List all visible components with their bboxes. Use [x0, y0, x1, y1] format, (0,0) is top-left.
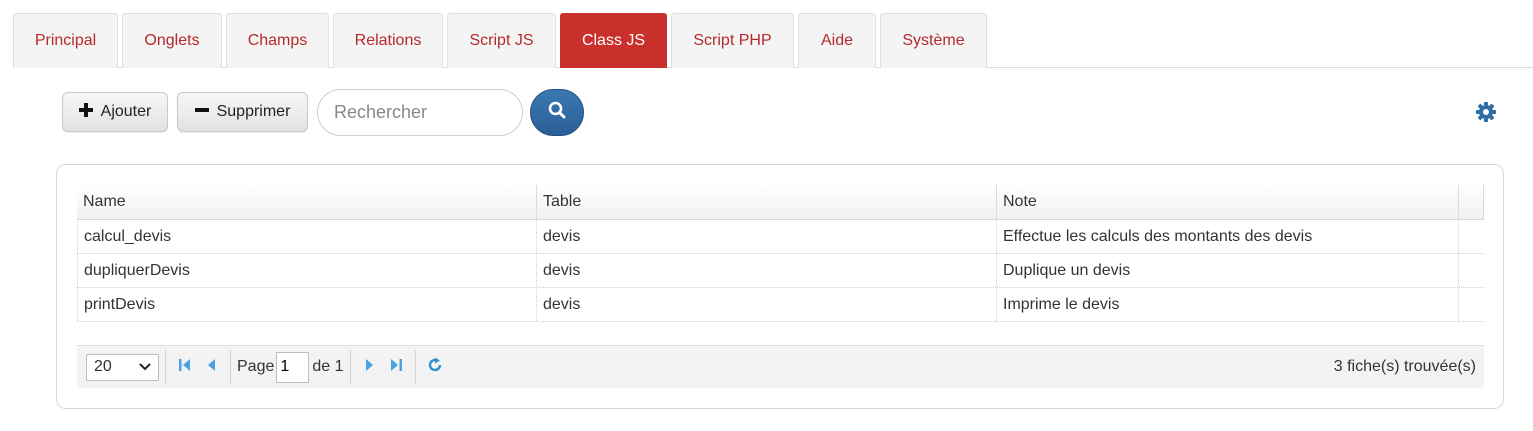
add-button-label: Ajouter — [100, 103, 152, 120]
column-header-note[interactable]: Note — [997, 185, 1459, 219]
page-number-input[interactable] — [276, 351, 310, 383]
tab-bar: Principal Onglets Champs Relations Scrip… — [13, 13, 1533, 68]
search-button[interactable] — [530, 89, 584, 136]
cell-table: devis — [537, 220, 997, 253]
next-page-icon — [364, 357, 376, 378]
tab-list: Principal Onglets Champs Relations Scrip… — [13, 13, 1533, 68]
prev-page-button[interactable] — [198, 354, 224, 380]
tab-relations[interactable]: Relations — [333, 13, 443, 68]
plus-icon — [78, 102, 93, 122]
pager-separator — [165, 350, 166, 384]
tab-principal[interactable]: Principal — [13, 13, 118, 68]
delete-button-label: Supprimer — [216, 103, 291, 120]
add-button[interactable]: Ajouter — [62, 92, 168, 132]
column-header-table[interactable]: Table — [537, 185, 997, 219]
cell-name: printDevis — [77, 288, 537, 321]
pager-separator — [349, 350, 351, 384]
page-size-select[interactable]: 20 — [86, 353, 159, 381]
gear-icon — [1476, 101, 1496, 127]
data-grid: Name Table Note calcul_devis devis Effec… — [77, 185, 1484, 322]
cell-note: Duplique un devis — [997, 254, 1459, 287]
chevron-down-icon — [139, 358, 151, 376]
table-row[interactable]: dupliquerDevis devis Duplique un devis — [77, 254, 1484, 288]
page-size-value: 20 — [94, 358, 112, 375]
cell-note: Effectue les calculs des montants des de… — [997, 220, 1459, 253]
page-label: Page — [237, 358, 275, 375]
tab-aide[interactable]: Aide — [798, 13, 876, 68]
pager-separator — [414, 350, 416, 384]
column-header-name[interactable]: Name — [77, 185, 537, 219]
tab-script-js[interactable]: Script JS — [447, 13, 556, 68]
tab-class-js[interactable]: Class JS — [560, 13, 667, 68]
cell-name: dupliquerDevis — [77, 254, 537, 287]
tab-onglets[interactable]: Onglets — [122, 13, 222, 68]
refresh-button[interactable] — [422, 354, 448, 380]
pager-separator — [230, 350, 231, 384]
cell-note: Imprime le devis — [997, 288, 1459, 321]
grid-panel: Name Table Note calcul_devis devis Effec… — [56, 164, 1504, 409]
first-page-button[interactable] — [172, 354, 198, 380]
table-row[interactable]: calcul_devis devis Effectue les calculs … — [77, 220, 1484, 254]
records-found-text: 3 fiche(s) trouvée(s) — [1333, 358, 1476, 375]
last-page-icon — [389, 357, 403, 378]
delete-button[interactable]: Supprimer — [177, 92, 308, 132]
prev-page-icon — [205, 357, 217, 378]
page-count-label: de 1 — [312, 358, 344, 375]
pager: 20 Page de 1 — [77, 345, 1484, 388]
tab-systeme[interactable]: Système — [880, 13, 987, 68]
grid-header: Name Table Note — [77, 185, 1484, 220]
tab-champs[interactable]: Champs — [226, 13, 329, 68]
minus-icon — [194, 103, 209, 122]
cell-table: devis — [537, 288, 997, 321]
column-header-filler — [1459, 185, 1484, 219]
cell-table: devis — [537, 254, 997, 287]
tab-script-php[interactable]: Script PHP — [671, 13, 794, 68]
cell-name: calcul_devis — [77, 220, 537, 253]
next-page-button[interactable] — [357, 354, 383, 380]
settings-button[interactable] — [1474, 101, 1498, 127]
search-icon — [548, 101, 566, 124]
table-row[interactable]: printDevis devis Imprime le devis — [77, 288, 1484, 322]
last-page-button[interactable] — [383, 354, 409, 380]
first-page-icon — [178, 357, 192, 378]
refresh-icon — [427, 357, 443, 378]
search-input[interactable] — [317, 89, 523, 136]
